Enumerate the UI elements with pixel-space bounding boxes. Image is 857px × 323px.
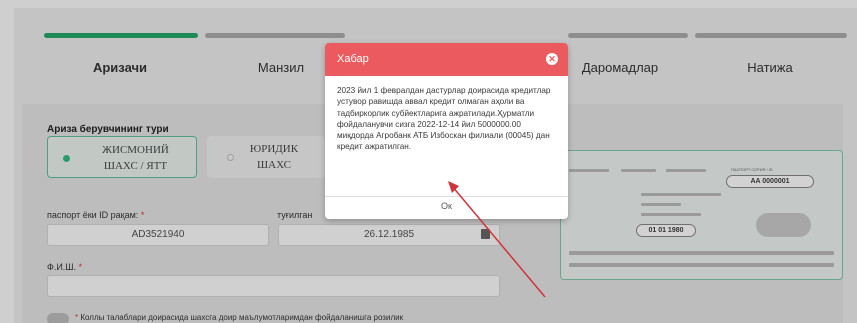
arrow-head <box>448 181 459 193</box>
annotation-arrow <box>448 181 546 298</box>
arrow-line <box>451 185 546 298</box>
